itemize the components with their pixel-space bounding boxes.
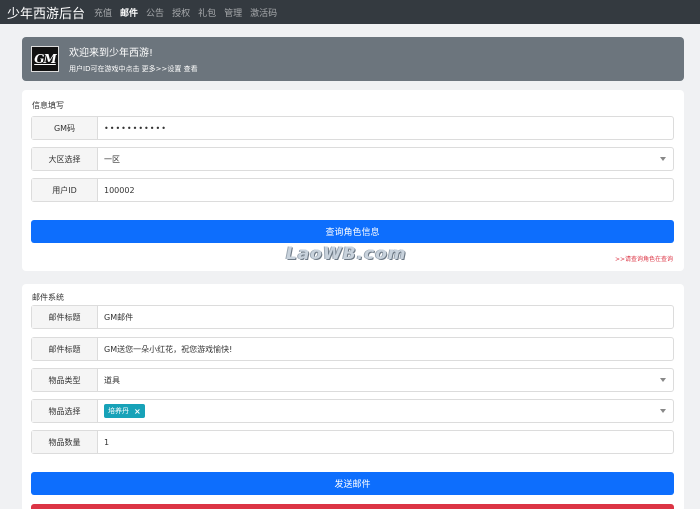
- nav-item-auth[interactable]: 授权: [172, 6, 190, 19]
- user-id-label: 用户ID: [32, 179, 98, 201]
- item-qty-input[interactable]: 1: [98, 431, 673, 453]
- region-select-field: 大区选择 一区: [31, 147, 674, 171]
- gm-code-label: GM码: [32, 117, 98, 139]
- item-tag: 培养丹 ×: [104, 404, 145, 418]
- gm-logo-text: GM: [34, 52, 57, 66]
- nav-item-gift[interactable]: 礼包: [198, 6, 216, 19]
- banner-title: 欢迎来到少年西游!: [69, 48, 154, 59]
- query-role-button[interactable]: 查询角色信息: [31, 220, 674, 243]
- user-id-input[interactable]: 100002: [98, 179, 673, 201]
- nav-item-mail[interactable]: 邮件: [120, 6, 138, 19]
- region-select[interactable]: 一区: [98, 148, 673, 170]
- query-hint: >>请查询角色在查询: [614, 256, 673, 263]
- item-type-field: 物品类型 道具: [31, 368, 674, 392]
- brand-title[interactable]: 少年西游后台: [7, 3, 85, 22]
- mail-content-label: 邮件标题: [32, 338, 98, 360]
- top-navbar: 少年西游后台 充值 邮件 公告 授权 礼包 管理 激活码: [0, 0, 700, 24]
- region-label: 大区选择: [32, 148, 98, 170]
- chevron-down-icon: [660, 378, 666, 382]
- nav-item-manage[interactable]: 管理: [224, 6, 242, 19]
- item-type-select[interactable]: 道具: [98, 369, 673, 391]
- gm-logo: GM: [31, 46, 59, 72]
- danger-button-partial[interactable]: [31, 504, 674, 509]
- mail-title-field: 邮件标题 GM邮件: [31, 305, 674, 329]
- item-type-value: 道具: [104, 375, 120, 385]
- nav-item-activation-code[interactable]: 激活码: [250, 6, 277, 19]
- item-qty-label: 物品数量: [32, 431, 98, 453]
- send-mail-button[interactable]: 发送邮件: [31, 472, 674, 495]
- nav-item-notice[interactable]: 公告: [146, 6, 164, 19]
- gm-code-input[interactable]: •••••••••••: [98, 117, 673, 139]
- nav-item-recharge[interactable]: 充值: [94, 6, 112, 19]
- item-tag-label: 培养丹: [108, 407, 129, 415]
- mail-content-field: 邮件标题 GM送您一朵小红花，祝您游戏愉快!: [31, 337, 674, 361]
- close-icon[interactable]: ×: [134, 407, 141, 416]
- chevron-down-icon: [660, 409, 666, 413]
- item-select-label: 物品选择: [32, 400, 98, 422]
- item-type-label: 物品类型: [32, 369, 98, 391]
- mail-title-label: 邮件标题: [32, 306, 98, 328]
- item-select-field: 物品选择 培养丹 ×: [31, 399, 674, 423]
- welcome-banner: GM 欢迎来到少年西游! 用户ID可在游戏中点击 更多>>设置 查看: [22, 37, 684, 81]
- chevron-down-icon: [660, 157, 666, 161]
- banner-subtitle: 用户ID可在游戏中点击 更多>>设置 查看: [69, 65, 198, 73]
- mail-title-input[interactable]: GM邮件: [98, 306, 673, 328]
- mail-section-title: 邮件系统: [32, 293, 64, 302]
- mail-content-input[interactable]: GM送您一朵小红花，祝您游戏愉快!: [98, 338, 673, 360]
- user-id-field: 用户ID 100002: [31, 178, 674, 202]
- region-value: 一区: [104, 154, 120, 164]
- item-qty-field: 物品数量 1: [31, 430, 674, 454]
- watermark-logo: LaoWB.com: [286, 244, 407, 264]
- item-multiselect[interactable]: 培养丹 ×: [98, 400, 673, 422]
- info-section-title: 信息填写: [32, 101, 64, 110]
- gm-code-field: GM码 •••••••••••: [31, 116, 674, 140]
